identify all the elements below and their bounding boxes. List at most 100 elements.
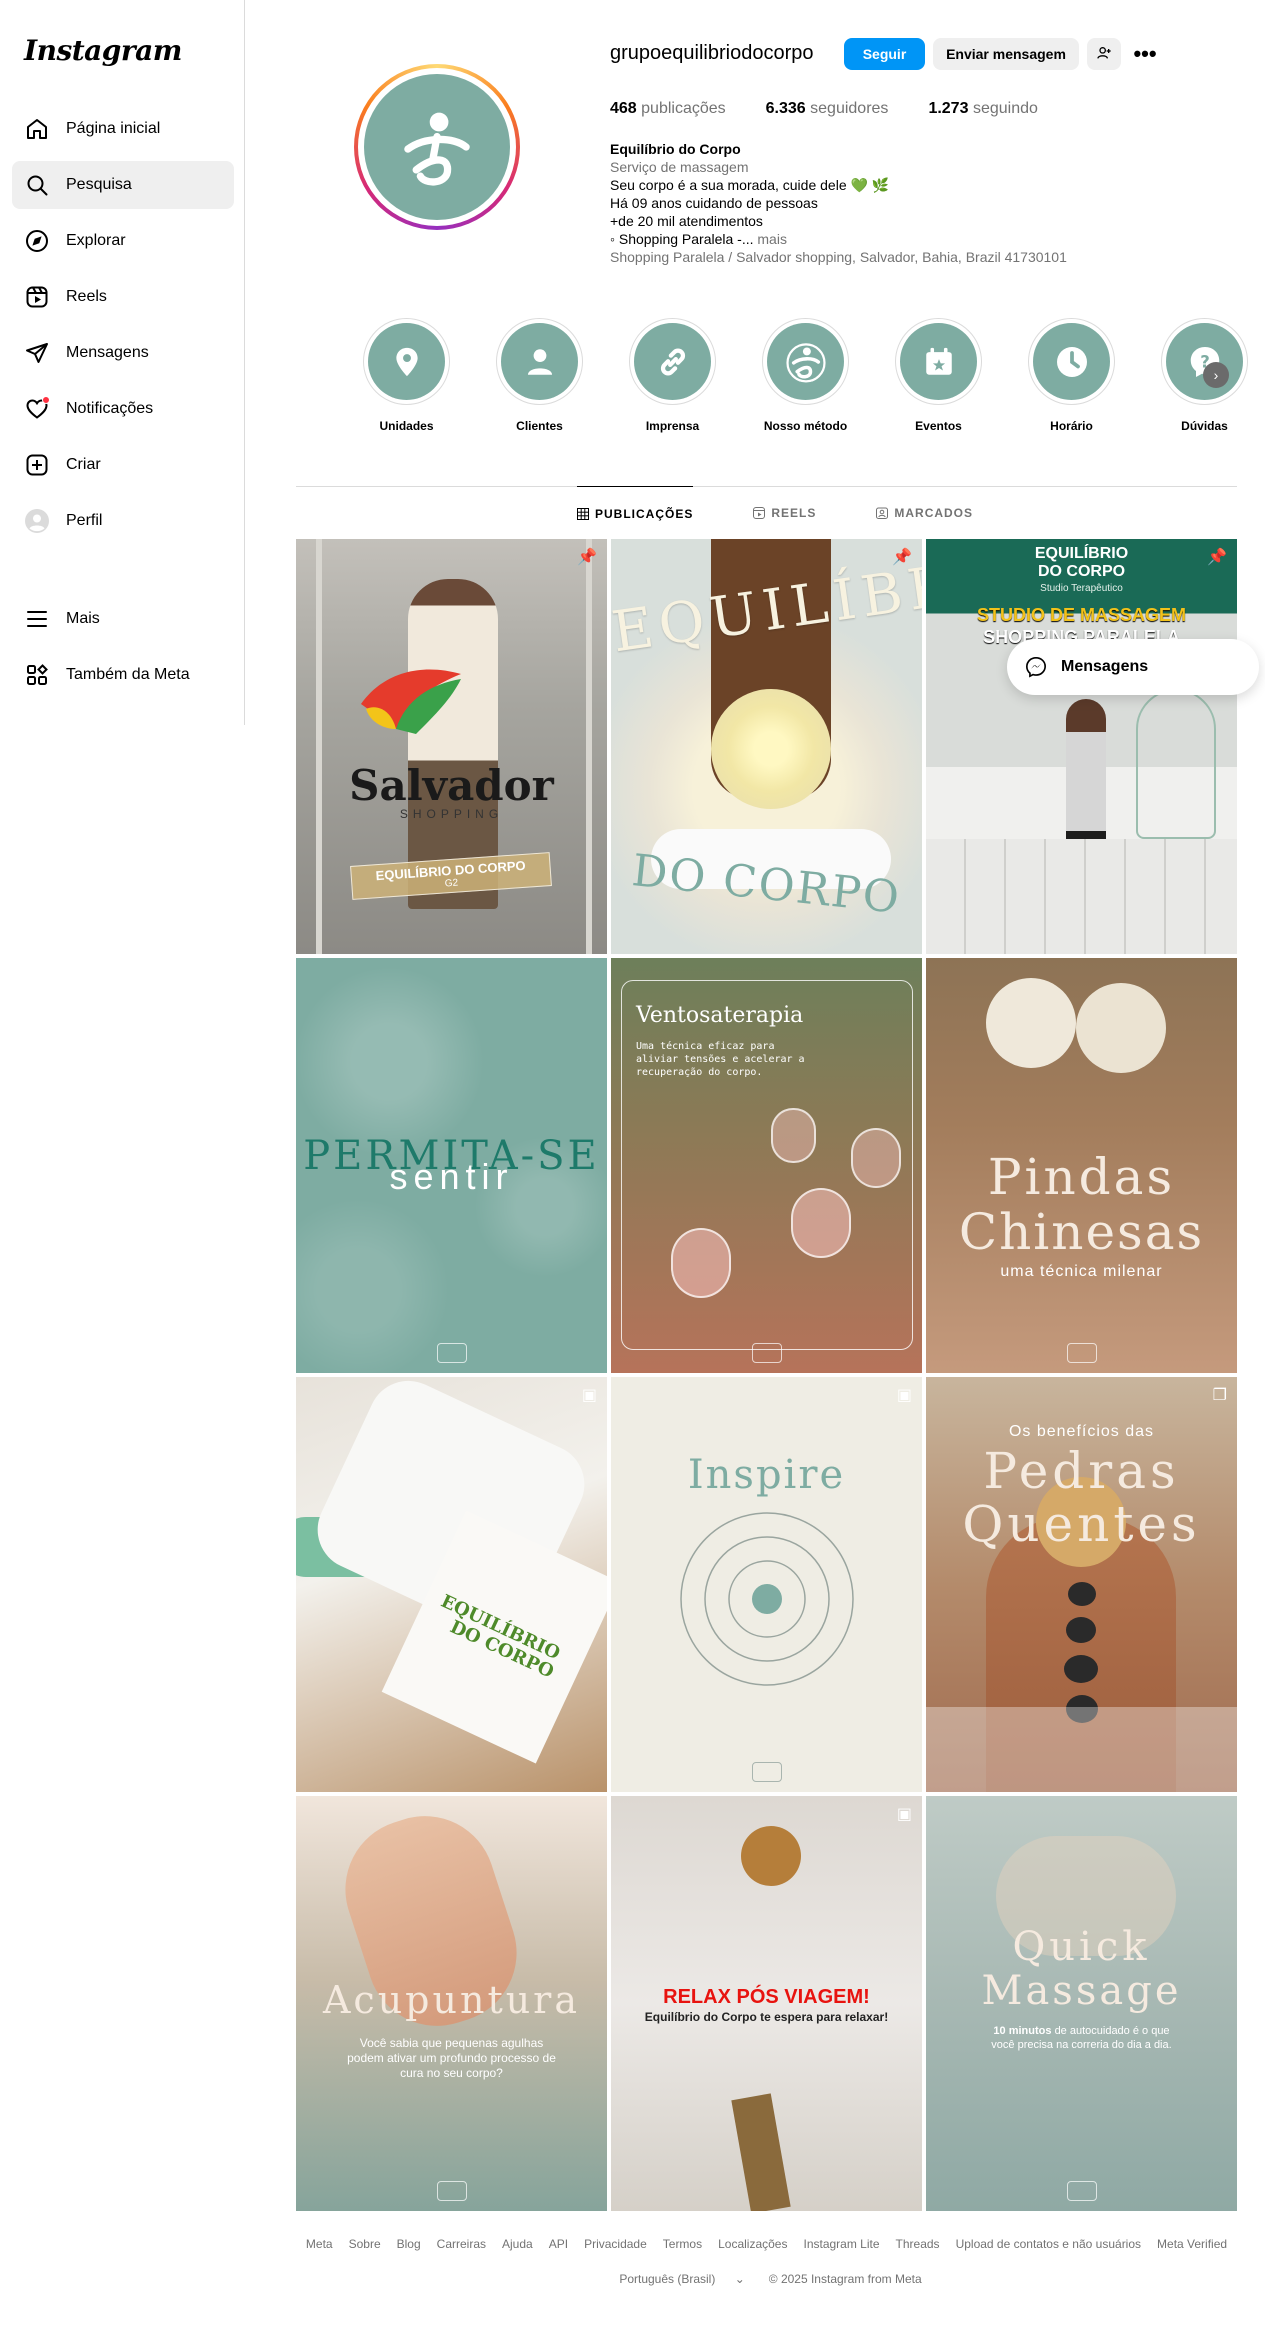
options-button[interactable]: ••• bbox=[1130, 38, 1160, 70]
highlight-faq[interactable]: ? Dúvidas bbox=[1138, 318, 1265, 433]
post-title-text: Inspire bbox=[687, 1452, 846, 1498]
post-title-text: Quentes bbox=[962, 1495, 1201, 1553]
sidebar-item-also-from-meta[interactable]: Também da Meta bbox=[12, 651, 234, 699]
post-thumbnail[interactable]: ❐ Os benefícios das Pedras Quentes bbox=[926, 1377, 1237, 1792]
highlights-next-button[interactable]: › bbox=[1203, 362, 1229, 388]
clock-icon bbox=[1033, 323, 1110, 400]
highlight-method[interactable]: Nosso método bbox=[739, 318, 872, 433]
tab-posts[interactable]: PUBLICAÇÕES bbox=[577, 486, 694, 538]
bio-more-link[interactable]: mais bbox=[757, 231, 787, 247]
heart-icon bbox=[24, 396, 50, 422]
follow-button[interactable]: Seguir bbox=[844, 38, 925, 70]
compass-icon bbox=[24, 228, 50, 254]
footer-bottom: Português (Brasil) ⌄ © 2025 Instagram fr… bbox=[296, 2272, 1237, 2286]
sidebar-item-notifications[interactable]: Notificações bbox=[12, 385, 234, 433]
grid-icon bbox=[577, 507, 589, 520]
post-title-text: Chinesas bbox=[958, 1203, 1205, 1261]
bio-line: Há 09 anos cuidando de pessoas bbox=[610, 195, 818, 211]
reels-icon bbox=[753, 507, 766, 519]
sidebar-item-create[interactable]: Criar bbox=[12, 441, 234, 489]
footer-link[interactable]: Meta Verified bbox=[1157, 2237, 1227, 2251]
post-thumbnail[interactable]: Quick Massage 10 minutos de autocuidado … bbox=[926, 1796, 1237, 2211]
post-thumbnail[interactable]: ▣ RELAX PÓS VIAGEM! Equilíbrio do Corpo … bbox=[611, 1796, 922, 2211]
profile-stats: 468 publicações 6.336 seguidores 1.273 s… bbox=[610, 100, 1078, 118]
post-desc-text: Uma técnica eficaz para aliviar tensões … bbox=[636, 1041, 805, 1078]
post-thumbnail[interactable]: Acupuntura Você sabia que pequenas agulh… bbox=[296, 1796, 607, 2211]
profile-address[interactable]: Shopping Paralela / Salvador shopping, S… bbox=[610, 248, 1067, 266]
post-store-sign: Studio Terapêutico bbox=[1040, 583, 1123, 594]
send-message-button[interactable]: Enviar mensagem bbox=[933, 38, 1079, 70]
post-subtitle-text: sentir bbox=[389, 1156, 514, 1197]
reel-icon: ▣ bbox=[581, 1387, 597, 1404]
post-title-text: Pindas bbox=[987, 1148, 1176, 1206]
pinned-icon: 📌 bbox=[577, 549, 597, 566]
footer-link[interactable]: Termos bbox=[663, 2237, 702, 2251]
post-thumbnail[interactable]: ▣ Inspire bbox=[611, 1377, 922, 1792]
footer-link[interactable]: Meta bbox=[306, 2237, 333, 2251]
sidebar-item-search[interactable]: Pesquisa bbox=[12, 161, 234, 209]
search-icon bbox=[24, 172, 50, 198]
footer-link[interactable]: Threads bbox=[896, 2237, 940, 2251]
notification-dot bbox=[42, 396, 50, 404]
direct-message-icon bbox=[24, 340, 50, 366]
copyright-text: © 2025 Instagram from Meta bbox=[768, 2272, 922, 2286]
person-icon bbox=[501, 323, 578, 400]
highlight-events[interactable]: Eventos bbox=[872, 318, 1005, 433]
tagged-icon bbox=[876, 507, 889, 519]
sidebar-item-reels[interactable]: Reels bbox=[12, 273, 234, 321]
post-thumbnail[interactable]: Ventosaterapia Uma técnica eficaz para a… bbox=[611, 958, 922, 1373]
messenger-icon bbox=[1026, 657, 1046, 678]
sidebar-item-home[interactable]: Página inicial bbox=[12, 105, 234, 153]
highlight-hours[interactable]: Horário bbox=[1005, 318, 1138, 433]
highlight-units[interactable]: Unidades bbox=[340, 318, 473, 433]
footer-link[interactable]: Blog bbox=[397, 2237, 421, 2251]
sidebar-item-label: Perfil bbox=[66, 512, 103, 529]
footer-link[interactable]: Privacidade bbox=[584, 2237, 647, 2251]
footer-link[interactable]: Carreiras bbox=[437, 2237, 486, 2251]
sidebar-item-label: Pesquisa bbox=[66, 176, 132, 193]
bio-line: +de 20 mil atendimentos bbox=[610, 213, 763, 229]
instagram-logo[interactable]: Instagram bbox=[24, 34, 182, 67]
footer-link[interactable]: Localizações bbox=[718, 2237, 787, 2251]
post-thumbnail[interactable]: PERMITA-SE sentir bbox=[296, 958, 607, 1373]
tab-reels[interactable]: REELS bbox=[753, 486, 816, 538]
sidebar-item-explore[interactable]: Explorar bbox=[12, 217, 234, 265]
following-stat[interactable]: 1.273 seguindo bbox=[928, 100, 1037, 118]
followers-stat[interactable]: 6.336 seguidores bbox=[766, 100, 889, 118]
sidebar-nav: Página inicial Pesquisa Explorar Reels M… bbox=[12, 105, 234, 553]
post-thumbnail[interactable]: 📌 EQUILÍBRIO DO CORPO Studio Terapêutico… bbox=[926, 539, 1237, 954]
post-thumbnail[interactable]: 📌 Salvador SHOPPING EQUILÍBRIO DO CORPO … bbox=[296, 539, 607, 954]
tab-tagged[interactable]: MARCADOS bbox=[876, 486, 973, 538]
sidebar-item-label: Reels bbox=[66, 288, 107, 305]
sidebar-bottom: Mais Também da Meta bbox=[12, 595, 234, 707]
reel-icon: ▣ bbox=[896, 1806, 912, 1823]
sidebar-item-label: Notificações bbox=[66, 400, 154, 417]
bio-line: ◦ Shopping Paralela -... mais bbox=[610, 231, 787, 247]
footer-links: Meta Sobre Blog Carreiras Ajuda API Priv… bbox=[296, 2237, 1237, 2251]
post-subtitle-text: Equilíbrio do Corpo te espera para relax… bbox=[644, 2010, 889, 2024]
highlight-clients[interactable]: Clientes bbox=[473, 318, 606, 433]
footer-link[interactable]: Sobre bbox=[349, 2237, 381, 2251]
carousel-icon: ❐ bbox=[1212, 1387, 1227, 1404]
post-thumbnail[interactable]: 📌 EQUILÍBRIO DO CORPO bbox=[611, 539, 922, 954]
footer-link[interactable]: Ajuda bbox=[502, 2237, 533, 2251]
language-selector[interactable]: Português (Brasil) ⌄ bbox=[611, 2272, 752, 2286]
sidebar-item-messages[interactable]: Mensagens bbox=[12, 329, 234, 377]
footer-link[interactable]: Instagram Lite bbox=[803, 2237, 879, 2251]
post-title-text: Pedras bbox=[983, 1442, 1180, 1500]
footer-link[interactable]: Upload de contatos e não usuários bbox=[956, 2237, 1141, 2251]
chevron-down-icon: ⌄ bbox=[734, 2272, 745, 2286]
post-thumbnail[interactable]: ▣ EQUILÍBRIO DO CORPO bbox=[296, 1377, 607, 1792]
post-brand-sub: SHOPPING bbox=[399, 807, 504, 821]
plus-square-icon bbox=[24, 452, 50, 478]
post-thumbnail[interactable]: Pindas Chinesas uma técnica milenar bbox=[926, 958, 1237, 1373]
sidebar-item-more[interactable]: Mais bbox=[12, 595, 234, 643]
highlight-press[interactable]: Imprensa bbox=[606, 318, 739, 433]
profile-avatar[interactable] bbox=[354, 64, 520, 230]
brand-watermark bbox=[1066, 1343, 1097, 1363]
sidebar-item-profile[interactable]: Perfil bbox=[12, 497, 234, 545]
post-banner: STUDIO DE MASSAGEM bbox=[976, 605, 1186, 625]
footer-link[interactable]: API bbox=[549, 2237, 568, 2251]
suggest-people-button[interactable] bbox=[1087, 38, 1121, 70]
messages-floating-button[interactable]: Mensagens bbox=[1007, 639, 1259, 695]
